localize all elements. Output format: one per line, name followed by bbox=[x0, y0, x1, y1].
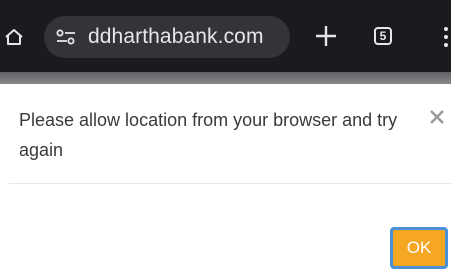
home-icon[interactable] bbox=[4, 27, 24, 47]
address-bar[interactable]: ddharthabank.com bbox=[44, 16, 290, 58]
plus-icon[interactable] bbox=[313, 23, 339, 49]
toolbar-shadow bbox=[0, 72, 451, 84]
tab-switcher-button[interactable]: 5 bbox=[374, 27, 392, 45]
browser-toolbar: ddharthabank.com 5 bbox=[0, 0, 451, 72]
dialog-divider bbox=[9, 183, 451, 184]
site-settings-icon[interactable] bbox=[56, 29, 76, 45]
more-vert-icon[interactable] bbox=[439, 26, 451, 48]
url-text[interactable]: ddharthabank.com bbox=[88, 25, 264, 49]
ok-button[interactable]: OK bbox=[390, 227, 448, 269]
close-icon[interactable] bbox=[429, 109, 445, 125]
dialog-message: Please allow location from your browser … bbox=[19, 110, 398, 160]
